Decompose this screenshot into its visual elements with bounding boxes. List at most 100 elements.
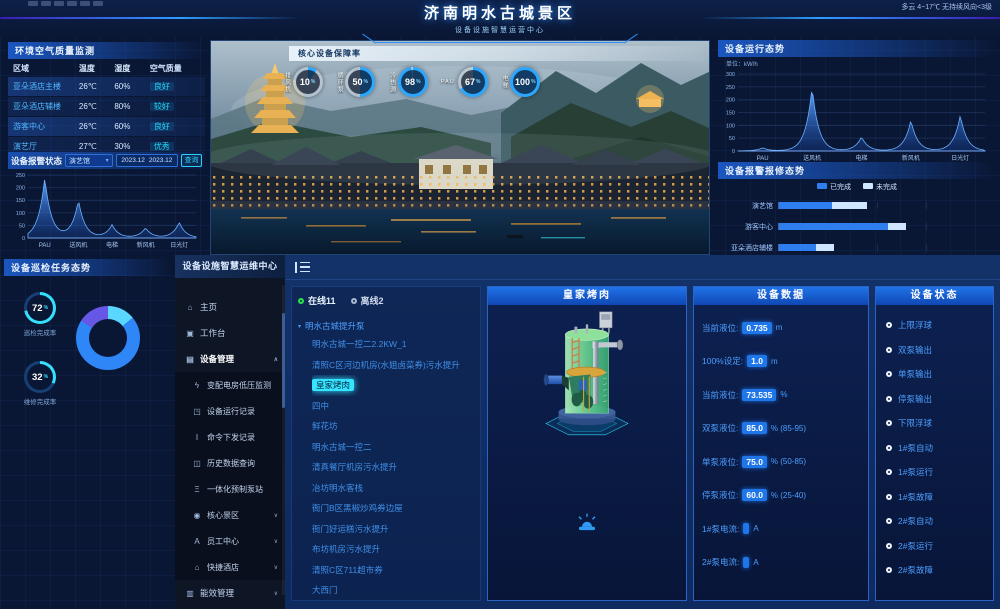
- sidebar-item[interactable]: ⌂主页: [175, 294, 285, 320]
- tree-item[interactable]: 明水古城一控二: [312, 437, 474, 458]
- gauge-value: 50%: [345, 67, 375, 97]
- svg-text:250: 250: [16, 173, 25, 179]
- sidebar: 设备设施智慧运维中心 ⌂主页▣工作台▤设备管理∧ϟ变配电房低压监测◳设备运行记录…: [175, 255, 285, 609]
- tree-item[interactable]: 大西门: [312, 580, 474, 601]
- data-unit: A: [753, 558, 758, 567]
- sidebar-item[interactable]: Ξ一体化预制泵站: [175, 476, 285, 502]
- device-status-row: 双泵输出: [886, 338, 983, 363]
- history-icon: ◫: [192, 459, 202, 468]
- date-to: 2023.12: [149, 157, 173, 164]
- core-gauge: PAU67%: [441, 67, 488, 97]
- data-unit: % (50-85): [771, 457, 806, 466]
- sidebar-menu: ⌂主页▣工作台▤设备管理∧ϟ变配电房低压监测◳设备运行记录I命令下发记录◫历史数…: [175, 278, 285, 609]
- tree-tab-offline[interactable]: 离线2: [351, 294, 384, 307]
- tree-root[interactable]: ▾ 明水古城提升泵: [298, 320, 474, 332]
- gauge-value: 98%: [398, 67, 428, 97]
- repair-bar-segment: [779, 244, 816, 251]
- env-table-header: 区域温度湿度空气质量: [8, 61, 205, 76]
- status-label: 2#泵故障: [898, 564, 933, 576]
- sidebar-item[interactable]: ⌂快捷酒店∨: [175, 554, 285, 580]
- data-value-chip: 0.735: [742, 322, 771, 334]
- task-donut-chart: [76, 306, 140, 370]
- data-label: 2#泵电流:: [702, 556, 739, 568]
- weather-text: 多云 4~17℃ 无持续风向<3级: [901, 2, 992, 12]
- scenic-icon: ◉: [192, 511, 202, 520]
- tree-item[interactable]: 清真餐厅机房污水提升: [312, 457, 474, 478]
- tree-item[interactable]: 衙门B区黑椒炒鸡券边屋: [312, 498, 474, 519]
- task-donut-wrap: [76, 306, 140, 370]
- sidebar-item[interactable]: ◉核心景区∨: [175, 502, 285, 528]
- data-unit: %: [780, 390, 787, 399]
- gear-icon: [351, 298, 357, 304]
- chevron-down-icon: ∨: [274, 590, 278, 597]
- sidebar-item[interactable]: ◫历史数据查询: [175, 450, 285, 476]
- device-status-row: 2#泵自动: [886, 509, 983, 534]
- data-value-chip: 60.0: [742, 489, 767, 501]
- menu-collapse-icon[interactable]: [295, 262, 310, 273]
- gauge-overlay-banner: 核心设备保障率: [289, 46, 704, 61]
- gauge-value: 10%: [293, 67, 323, 97]
- page-title: 济南明水古城景区: [290, 2, 710, 23]
- device-icon: ▤: [185, 355, 195, 364]
- tree-item-label: 清照C区711超市券: [312, 565, 383, 575]
- device-alarm-panel: 设备报警状态 演艺馆 ▾ 2023.12 2023.12 查询 05010015…: [8, 152, 205, 254]
- status-label: 上限浮球: [898, 319, 932, 331]
- tree-item[interactable]: 布坊机房污水提升: [312, 539, 474, 560]
- tree-item[interactable]: 衙门好运糕污水提升: [312, 519, 474, 540]
- device-data-rows: 当前液位:0.735m100%设定:1.0m当前液位:73.535%双泵液位:8…: [694, 305, 868, 585]
- data-panel-title: 设备数据: [694, 287, 868, 305]
- sidebar-item[interactable]: ϟ变配电房低压监测: [175, 372, 285, 398]
- alarm-date-range[interactable]: 2023.12 2023.12: [116, 154, 178, 167]
- sidebar-title: 设备设施智慧运维中心: [175, 255, 285, 278]
- tree-item[interactable]: 四中: [312, 396, 474, 417]
- tree-item[interactable]: 清照C区711超市券: [312, 560, 474, 581]
- sidebar-scrollbar[interactable]: [282, 285, 285, 595]
- header-deco-line-right: [700, 17, 1000, 19]
- sidebar-item[interactable]: ▣工作台: [175, 320, 285, 346]
- device-status-rows: 上限浮球双泵输出单泵输出停泵输出下限浮球1#泵自动1#泵运行1#泵故障2#泵自动…: [876, 305, 993, 591]
- env-table-row: 游客中心26℃60%良好: [8, 117, 205, 136]
- tree-item[interactable]: 鲜花坊: [312, 416, 474, 437]
- gauge-label: 排风机: [283, 72, 290, 93]
- chevron-down-icon: ▾: [106, 157, 109, 164]
- sidebar-item[interactable]: I命令下发记录: [175, 424, 285, 450]
- sidebar-item[interactable]: ▥能效管理∨: [175, 580, 285, 606]
- sidebar-item[interactable]: ◳设备运行记录: [175, 398, 285, 424]
- repair-bar-segment: [888, 223, 906, 230]
- status-label: 下限浮球: [898, 417, 932, 429]
- svg-text:200: 200: [16, 186, 25, 192]
- task-stat-value: 72%: [24, 292, 56, 324]
- env-table-body: 亚朵酒店主楼26℃60%良好亚朵酒店辅楼26℃80%较好游客中心26℃60%良好…: [8, 77, 205, 156]
- repair-bar-segment: [779, 223, 888, 230]
- tree-item-label: 衙门好运糕污水提升: [312, 524, 389, 534]
- data-value-chip: 1.0: [747, 355, 767, 367]
- tree-root-label: 明水古城提升泵: [305, 320, 365, 332]
- sidebar-item[interactable]: ▤设备管理∧: [175, 346, 285, 372]
- gear-icon: [886, 396, 892, 402]
- repair-legend: 已完成未完成: [718, 182, 996, 192]
- task-stat: 32%维修完成率: [24, 361, 57, 406]
- tree-item[interactable]: 皇家烤肉: [312, 375, 474, 396]
- core-gauge: 循环泵50%: [336, 67, 376, 97]
- repair-bar-row: 演艺馆: [718, 195, 996, 216]
- tree-tab-online[interactable]: 在线11: [298, 294, 336, 307]
- device-status-row: 单泵输出: [886, 362, 983, 387]
- sidebar-item[interactable]: A员工中心∨: [175, 528, 285, 554]
- device-status-row: 1#泵故障: [886, 485, 983, 510]
- tree-item-label: 四中: [312, 401, 329, 411]
- alarm-filter-select[interactable]: 演艺馆 ▾: [65, 154, 113, 167]
- sidebar-item-label: 设备运行记录: [207, 406, 255, 417]
- gear-icon: [886, 469, 892, 475]
- alarm-search-button[interactable]: 查询: [181, 154, 202, 167]
- task-stats: 72%巡检完成率32%维修完成率: [4, 292, 76, 406]
- device-status-panel: 设备状态 上限浮球双泵输出单泵输出停泵输出下限浮球1#泵自动1#泵运行1#泵故障…: [875, 286, 994, 601]
- tree-item[interactable]: 清照C区河边机房(水姐卤菜券)污水提升: [312, 355, 474, 376]
- tree-item[interactable]: 明水古城一控二2.2KW_1: [312, 334, 474, 355]
- status-label: 2#泵运行: [898, 540, 933, 552]
- env-humidity-cell: 30%: [114, 142, 149, 151]
- device-status-row: 下限浮球: [886, 411, 983, 436]
- tree-item[interactable]: 冶坊明水客栈: [312, 478, 474, 499]
- workbench-icon: ▣: [185, 329, 195, 338]
- data-unit: m: [771, 357, 778, 366]
- gauge-label: 冷热源: [388, 72, 395, 93]
